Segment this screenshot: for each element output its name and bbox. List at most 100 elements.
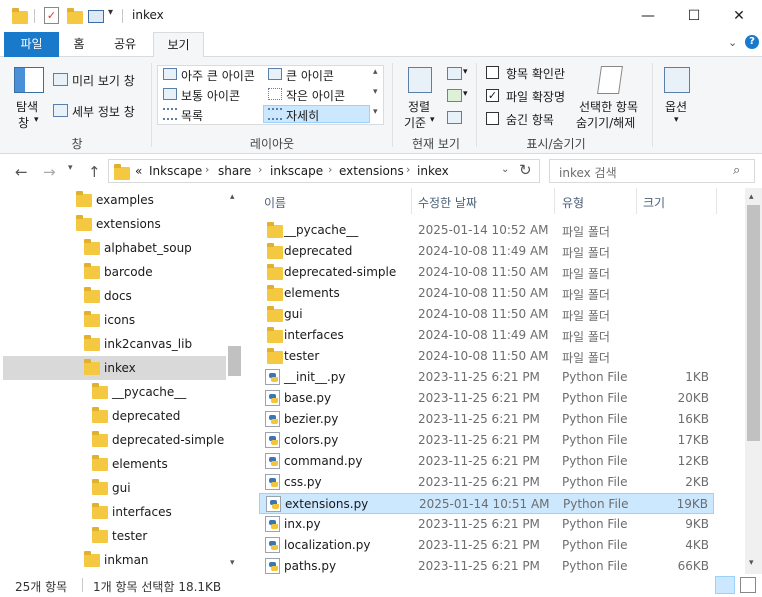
item-checkboxes-label[interactable]: 항목 확인란 [506,65,565,82]
layout-list[interactable]: 목록 [181,107,203,124]
nav-item-docs[interactable]: docs [0,284,226,308]
scroll-up-icon[interactable]: ▴ [230,192,235,202]
layout-details[interactable]: 자세히 [263,105,370,123]
nav-item-elements[interactable]: elements [0,452,226,476]
chevron-right-icon[interactable]: › [328,163,332,176]
preview-pane-button[interactable]: 미리 보기 창 [72,72,135,89]
gallery-more-icon[interactable]: ▾ [373,107,378,117]
column-separator[interactable] [636,188,637,214]
chevron-down-icon[interactable]: ▾ [430,115,435,125]
file-extensions-checkbox[interactable]: ✓ [486,89,499,102]
navigation-pane-label1[interactable]: 탐색 [16,98,38,115]
layout-large[interactable]: 큰 아이콘 [286,67,334,84]
column-separator[interactable] [554,188,555,214]
scroll-up-icon[interactable]: ▴ [749,192,754,202]
size-columns-icon[interactable] [447,111,462,124]
file-row[interactable]: interfaces 2024-10-08 11:49 AM 파일 폴더 [259,325,714,346]
nav-item-interfaces[interactable]: interfaces [0,500,226,524]
nav-item-deprecated[interactable]: deprecated [0,404,226,428]
file-row[interactable]: __init__.py 2023-11-25 6:21 PM Python Fi… [259,367,714,388]
file-row[interactable]: elements 2024-10-08 11:50 AM 파일 폴더 [259,283,714,304]
file-row[interactable]: colors.py 2023-11-25 6:21 PM Python File… [259,430,714,451]
file-row[interactable]: paths.py 2023-11-25 6:21 PM Python File … [259,556,714,574]
file-row-selected[interactable]: extensions.py 2025-01-14 10:51 AM Python… [259,493,714,514]
hide-selected-label1[interactable]: 선택한 항목 [579,98,638,115]
file-row[interactable]: inx.py 2023-11-25 6:21 PM Python File 9K… [259,514,714,535]
view-icon[interactable] [88,10,104,23]
file-row[interactable]: command.py 2023-11-25 6:21 PM Python Fil… [259,451,714,472]
chevron-down-icon[interactable]: ▾ [34,115,39,125]
list-scroll-thumb[interactable] [747,205,760,441]
details-view-icon[interactable] [715,576,735,594]
details-pane-button[interactable]: 세부 정보 창 [72,103,135,120]
up-arrow-icon[interactable]: ↑ [88,163,101,181]
nav-item-inkex[interactable]: inkex [3,356,226,380]
sort-by-label1[interactable]: 정렬 [408,98,430,115]
file-row[interactable]: gui 2024-10-08 11:50 AM 파일 폴더 [259,304,714,325]
tab-home[interactable]: 홈 [60,32,98,57]
sort-by-label2[interactable]: 기준 [404,114,426,131]
chevron-down-icon[interactable]: ▾ [674,115,679,125]
navigation-pane-label2[interactable]: 창 [18,114,29,131]
sort-by-icon[interactable] [408,67,432,93]
file-row[interactable]: __pycache__ 2025-01-14 10:52 AM 파일 폴더 [259,220,714,241]
search-box[interactable]: inkex 검색 ⌕ [549,159,755,183]
details-pane-icon[interactable] [53,104,68,117]
gallery-down-icon[interactable]: ▾ [373,87,378,97]
nav-item-inkman[interactable]: inkman [0,548,226,572]
hidden-items-label[interactable]: 숨긴 항목 [506,111,554,128]
search-icon[interactable]: ⌕ [733,163,740,178]
gallery-up-icon[interactable]: ▴ [373,67,378,77]
breadcrumb-inkscape-2[interactable]: inkscape [270,164,323,178]
address-dropdown-icon[interactable]: ⌄ [501,164,509,175]
layout-extra-large[interactable]: 아주 큰 아이콘 [181,67,255,84]
recent-locations-icon[interactable]: ▾ [68,163,73,173]
chevron-down-icon[interactable]: ▾ [463,67,468,77]
hide-selected-label2[interactable]: 숨기기/해제 [576,114,635,131]
nav-item-extensions[interactable]: extensions [0,212,226,236]
refresh-icon[interactable]: ↻ [519,161,532,179]
properties-icon[interactable]: ✓ [44,7,59,24]
close-button[interactable]: ✕ [716,0,762,32]
column-separator[interactable] [411,188,412,214]
chevron-right-icon[interactable]: › [258,163,262,176]
add-columns-icon[interactable] [447,89,462,102]
nav-item-examples[interactable]: examples [0,188,226,212]
file-row[interactable]: css.py 2023-11-25 6:21 PM Python File 2K… [259,472,714,493]
nav-item-gui[interactable]: gui [0,476,226,500]
chevron-right-icon[interactable]: › [406,163,410,176]
file-row[interactable]: localization.py 2023-11-25 6:21 PM Pytho… [259,535,714,556]
breadcrumb-overflow[interactable]: « [135,164,142,178]
back-arrow-icon[interactable]: ← [15,163,28,181]
file-extensions-label[interactable]: 파일 확장명 [506,88,565,105]
tab-share[interactable]: 공유 [102,32,148,57]
item-checkboxes-checkbox[interactable] [486,66,499,79]
file-row[interactable]: tester 2024-10-08 11:50 AM 파일 폴더 [259,346,714,367]
column-header-size[interactable]: 크기 [643,194,665,211]
breadcrumb-inkex[interactable]: inkex [417,164,449,178]
tab-file[interactable]: 파일 [4,32,59,57]
new-folder-icon[interactable] [67,8,83,24]
breadcrumb-extensions[interactable]: extensions [339,164,404,178]
nav-item-tester[interactable]: tester [0,524,226,548]
options-icon[interactable] [664,67,690,93]
column-header-name[interactable]: 이름 [264,194,286,211]
file-row[interactable]: deprecated-simple 2024-10-08 11:50 AM 파일… [259,262,714,283]
help-icon[interactable]: ? [745,35,759,49]
nav-item-alphabet-soup[interactable]: alphabet_soup [0,236,226,260]
nav-scroll-thumb[interactable] [228,346,241,376]
forward-arrow-icon[interactable]: → [43,163,56,181]
hidden-items-checkbox[interactable] [486,112,499,125]
address-bar[interactable]: « Inkscape › share › inkscape › extensio… [108,159,540,183]
nav-item-ink2canvas-lib[interactable]: ink2canvas_lib [0,332,226,356]
file-row[interactable]: deprecated 2024-10-08 11:49 AM 파일 폴더 [259,241,714,262]
file-row[interactable]: bezier.py 2023-11-25 6:21 PM Python File… [259,409,714,430]
chevron-down-icon[interactable]: ▾ [463,89,468,99]
hide-selected-icon[interactable] [597,66,623,94]
nav-item-barcode[interactable]: barcode [0,260,226,284]
group-by-icon[interactable] [447,67,462,80]
maximize-button[interactable]: ☐ [671,0,717,32]
file-row[interactable]: base.py 2023-11-25 6:21 PM Python File 2… [259,388,714,409]
nav-item-pycache[interactable]: __pycache__ [0,380,226,404]
scroll-down-icon[interactable]: ▾ [230,558,235,568]
